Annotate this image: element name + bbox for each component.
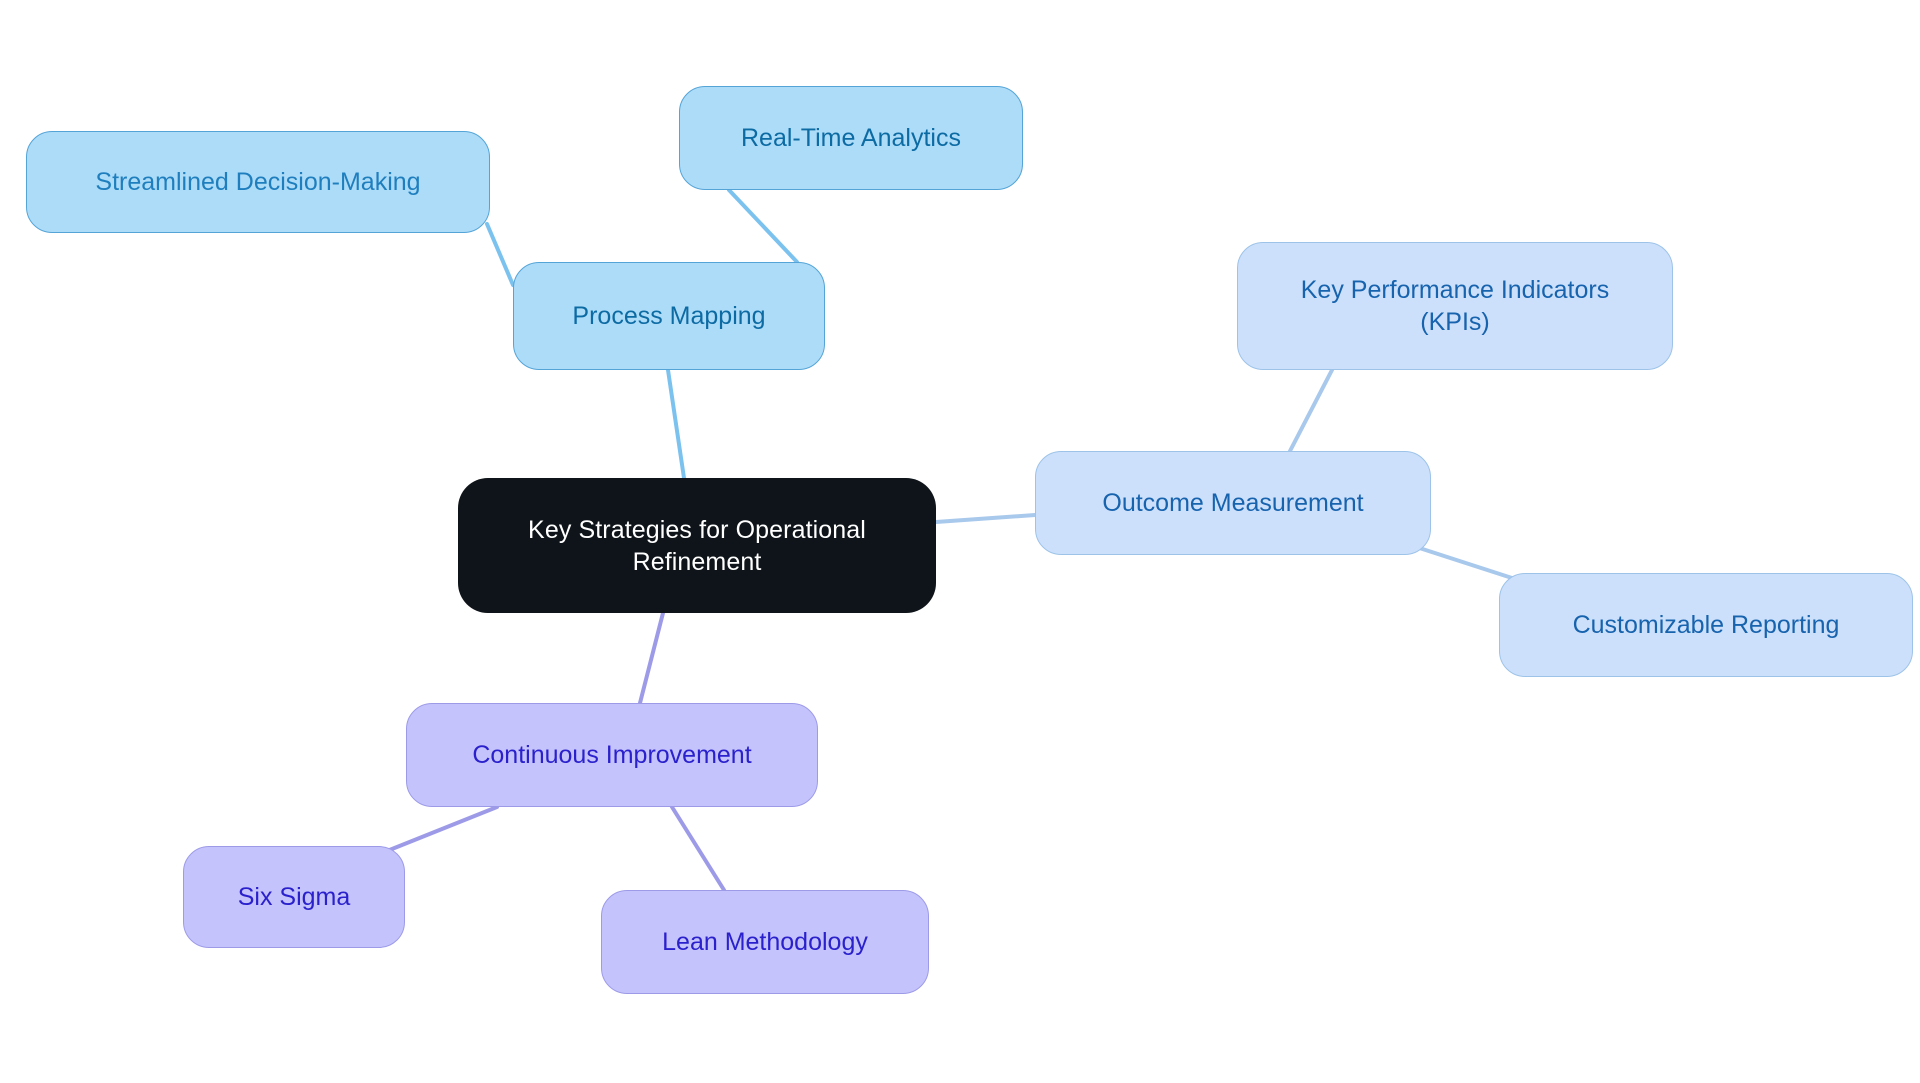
edge-root-continuous [638,611,665,705]
mindmap-leaf-customizable-reporting[interactable]: Customizable Reporting [1499,573,1913,677]
edge-process-mapping-streamlined [485,222,515,287]
mindmap-branch-process-mapping[interactable]: Process Mapping [513,262,825,370]
edge-root-outcome [934,513,1037,524]
mindmap-leaf-real-time-analytics[interactable]: Real-Time Analytics [679,86,1023,190]
edge-root-process-mapping [666,368,686,480]
edge-continuous-sixsigma [380,805,499,855]
edge-process-mapping-analytics [727,188,799,264]
edge-continuous-lean [670,805,726,892]
mindmap-leaf-six-sigma[interactable]: Six Sigma [183,846,405,948]
mindmap-root-node[interactable]: Key Strategies for Operational Refinemen… [458,478,936,613]
edge-outcome-kpis [1288,368,1334,453]
mindmap-leaf-streamlined-decision-making[interactable]: Streamlined Decision-Making [26,131,490,233]
mindmap-branch-continuous-improvement[interactable]: Continuous Improvement [406,703,818,807]
mindmap-branch-outcome-measurement[interactable]: Outcome Measurement [1035,451,1431,555]
mindmap-leaf-lean-methodology[interactable]: Lean Methodology [601,890,929,994]
mind-map-canvas: Key Strategies for Operational Refinemen… [0,0,1920,1083]
mindmap-leaf-key-performance-indicators[interactable]: Key Performance Indicators (KPIs) [1237,242,1673,370]
